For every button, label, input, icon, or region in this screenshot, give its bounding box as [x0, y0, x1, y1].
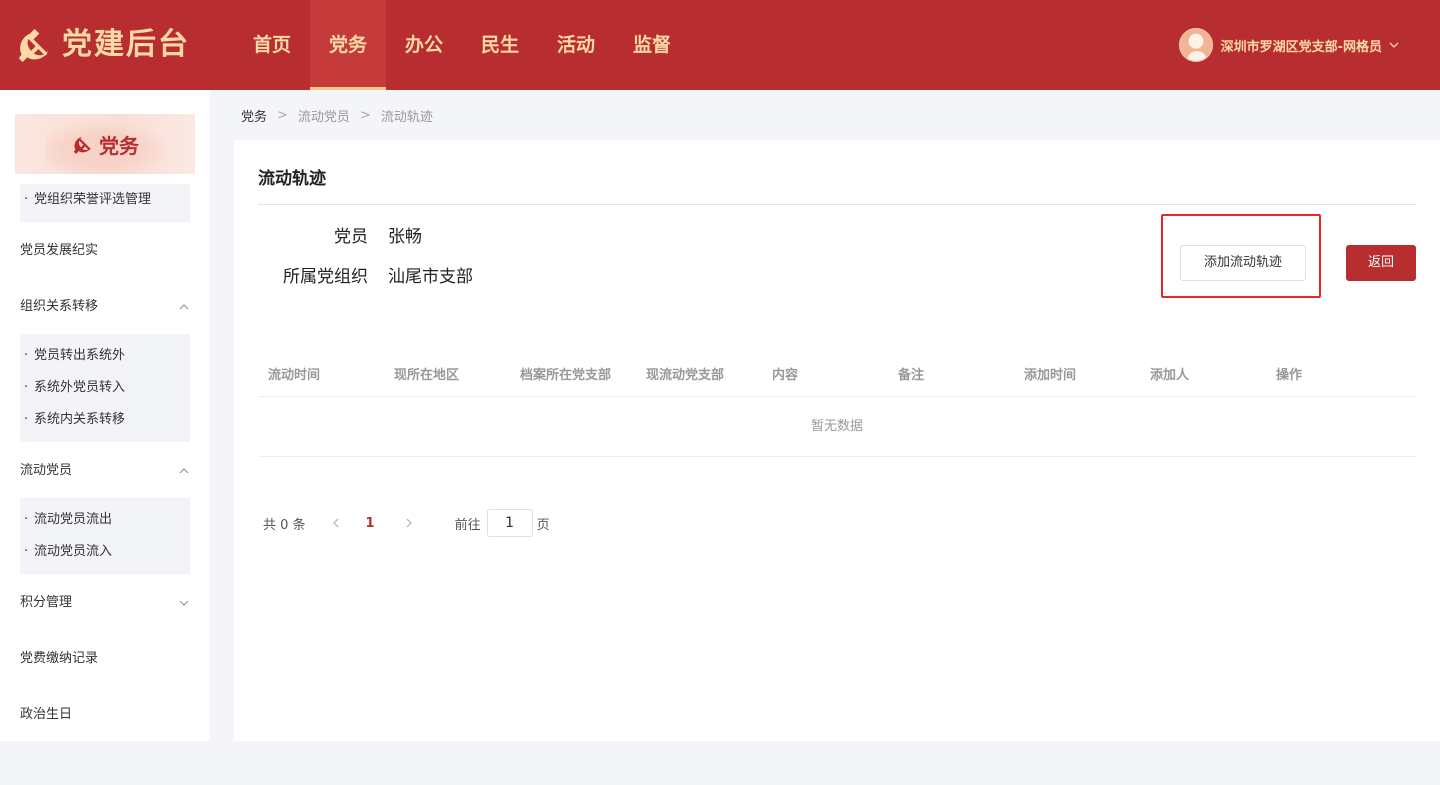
sidebar-item-label: 流动党员流出 [34, 512, 113, 527]
pagination: 共 0 条 1 前往 页 [263, 509, 550, 537]
chevron-right-icon[interactable] [403, 517, 415, 529]
breadcrumb-separator: > [359, 108, 371, 123]
nav-home[interactable]: 首页 [234, 0, 310, 90]
member-row: 党员 张畅 [234, 222, 422, 247]
sidebar-item-label: 系统内关系转移 [34, 412, 126, 427]
sidebar: 党务 · 党组织荣誉评选管理 党员发展纪实 组织关系转移 · 党员转出系统外 · 系统… [0, 90, 210, 741]
sidebar-subgroup-honor: · 党组织荣誉评选管理 [20, 184, 190, 222]
table-empty-text: 暂无数据 [258, 397, 1416, 457]
member-value: 张畅 [388, 227, 422, 247]
nav-party-affairs[interactable]: 党务 [310, 0, 386, 90]
sidebar-item-label: 积分管理 [20, 595, 73, 610]
sidebar-item-mobile-out[interactable]: · 流动党员流出 [20, 504, 190, 536]
sidebar-item-label: 党组织荣誉评选管理 [34, 192, 152, 207]
sidebar-banner: 党务 [15, 114, 195, 174]
breadcrumb-separator: > [277, 108, 288, 123]
column-header: 备注 [898, 368, 925, 383]
chevron-up-icon [179, 304, 189, 310]
sidebar-item-label: 流动党员流入 [34, 544, 113, 559]
app-logo[interactable]: 党建后台 [14, 26, 190, 64]
avatar [1178, 28, 1213, 62]
divider [258, 204, 1416, 205]
table-header: 流动时间 现所在地区 档案所在党支部 现流动党支部 内容 备注 添加时间 添加人… [258, 354, 1416, 397]
sidebar-item-label: 组织关系转移 [20, 299, 99, 314]
breadcrumb: 党务 > 流动党员 > 流动轨迹 [241, 106, 433, 125]
sidebar-item-transfer-out[interactable]: · 党员转出系统外 [20, 340, 190, 372]
org-label: 所属党组织 [283, 267, 368, 287]
chevron-left-icon[interactable] [330, 517, 342, 529]
sidebar-item-political-birthday[interactable]: 政治生日 [20, 705, 190, 725]
goto-label: 前往 [454, 517, 481, 533]
pagination-total: 共 0 条 [263, 517, 306, 533]
nav-supervision[interactable]: 监督 [614, 0, 690, 90]
nav-office[interactable]: 办公 [386, 0, 462, 90]
sidebar-item-develop[interactable]: 党员发展纪实 [20, 241, 190, 261]
column-header: 现所在地区 [394, 368, 460, 383]
column-header: 添加人 [1150, 368, 1190, 383]
sidebar-item-label: 党员转出系统外 [34, 348, 126, 363]
back-button[interactable]: 返回 [1346, 245, 1416, 281]
sidebar-item-fees[interactable]: 党费缴纳记录 [20, 649, 190, 669]
sidebar-subgroup-transfer: · 党员转出系统外 · 系统外党员转入 · 系统内关系转移 [20, 334, 190, 442]
hammer-sickle-icon [73, 136, 91, 154]
track-table: 流动时间 现所在地区 档案所在党支部 现流动党支部 内容 备注 添加时间 添加人… [258, 354, 1416, 457]
top-nav: 首页 党务 办公 民生 活动 监督 [234, 0, 690, 90]
user-menu[interactable]: 深圳市罗湖区党支部-网格员 [1178, 28, 1400, 62]
sidebar-item-transfer-in[interactable]: · 系统外党员转入 [20, 372, 190, 404]
chevron-down-icon [1389, 42, 1399, 48]
chevron-up-icon [179, 468, 189, 474]
member-label: 党员 [334, 227, 368, 247]
breadcrumb-item[interactable]: 流动党员 [298, 106, 350, 125]
sidebar-item-mobile-members[interactable]: 流动党员 [20, 461, 190, 481]
org-value: 汕尾市支部 [388, 267, 473, 287]
sidebar-item-label: 系统外党员转入 [34, 380, 126, 395]
sidebar-item-mobile-in[interactable]: · 流动党员流入 [20, 536, 190, 568]
column-header: 流动时间 [268, 368, 321, 383]
org-row: 所属党组织 汕尾市支部 [234, 262, 473, 287]
column-header: 现流动党支部 [646, 368, 725, 383]
sidebar-banner-title: 党务 [99, 133, 139, 158]
column-header: 添加时间 [1024, 368, 1077, 383]
column-header: 档案所在党支部 [520, 368, 612, 383]
sidebar-item-honor-selection[interactable]: · 党组织荣誉评选管理 [20, 184, 190, 222]
breadcrumb-item-current: 流动轨迹 [380, 110, 433, 125]
sidebar-item-points[interactable]: 积分管理 [20, 593, 190, 613]
nav-livelihood[interactable]: 民生 [462, 0, 538, 90]
sidebar-item-transfer[interactable]: 组织关系转移 [20, 297, 190, 317]
page-suffix: 页 [536, 517, 550, 533]
add-track-button[interactable]: 添加流动轨迹 [1180, 245, 1306, 281]
main-card: 流动轨迹 党员 张畅 所属党组织 汕尾市支部 添加流动轨迹 返回 流动时间 现所… [234, 140, 1440, 741]
sidebar-item-label: 流动党员 [20, 463, 73, 478]
app-title: 党建后台 [62, 27, 190, 62]
page-number-current[interactable]: 1 [366, 516, 375, 531]
nav-activity[interactable]: 活动 [538, 0, 614, 90]
hammer-sickle-icon [18, 28, 49, 63]
goto-page-input[interactable] [486, 509, 533, 537]
sidebar-item-transfer-internal[interactable]: · 系统内关系转移 [20, 404, 190, 436]
column-header: 操作 [1276, 368, 1303, 383]
breadcrumb-item[interactable]: 党务 [241, 106, 267, 125]
user-name: 深圳市罗湖区党支部-网格员 [1220, 39, 1382, 55]
top-header: 党建后台 首页 党务 办公 民生 活动 监督 深圳市罗湖区党支部-网格员 [0, 0, 1440, 90]
column-header: 内容 [772, 368, 799, 383]
page-title: 流动轨迹 [258, 169, 326, 189]
chevron-down-icon [179, 600, 189, 606]
sidebar-subgroup-mobile: · 流动党员流出 · 流动党员流入 [20, 498, 190, 574]
